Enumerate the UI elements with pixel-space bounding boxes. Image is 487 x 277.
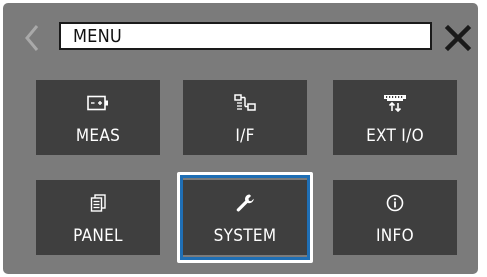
chevron-left-icon: [25, 25, 39, 51]
panel-label: PANEL: [73, 226, 123, 246]
screen: MENU MEAS I/F EXT I/O PANEL SYSTEM INFO: [3, 3, 478, 274]
close-icon: [444, 24, 472, 52]
interface-button[interactable]: I/F: [183, 80, 307, 155]
interface-label: I/F: [235, 126, 255, 146]
meas-button[interactable]: MEAS: [36, 80, 160, 155]
wrench-icon: [236, 194, 254, 212]
external-io-connector-icon: [384, 95, 406, 112]
ext-io-button[interactable]: EXT I/O: [333, 80, 457, 155]
meas-label: MEAS: [75, 126, 121, 146]
info-label: INFO: [376, 226, 414, 246]
device-frame: MENU MEAS I/F EXT I/O PANEL SYSTEM INFO: [0, 0, 487, 277]
interface-icon: [234, 94, 256, 111]
close-button[interactable]: [440, 20, 476, 56]
battery-measure-icon: [87, 95, 108, 111]
system-label: SYSTEM: [213, 226, 277, 246]
info-button[interactable]: INFO: [333, 180, 457, 255]
panel-button[interactable]: PANEL: [36, 180, 160, 255]
system-button[interactable]: SYSTEM: [183, 180, 307, 255]
panel-stack-icon: [90, 194, 106, 212]
page-title: MENU: [59, 22, 432, 50]
back-button[interactable]: [19, 22, 45, 54]
info-icon: [386, 194, 404, 212]
ext-io-label: EXT I/O: [366, 126, 424, 146]
page-title-text: MENU: [73, 25, 122, 47]
